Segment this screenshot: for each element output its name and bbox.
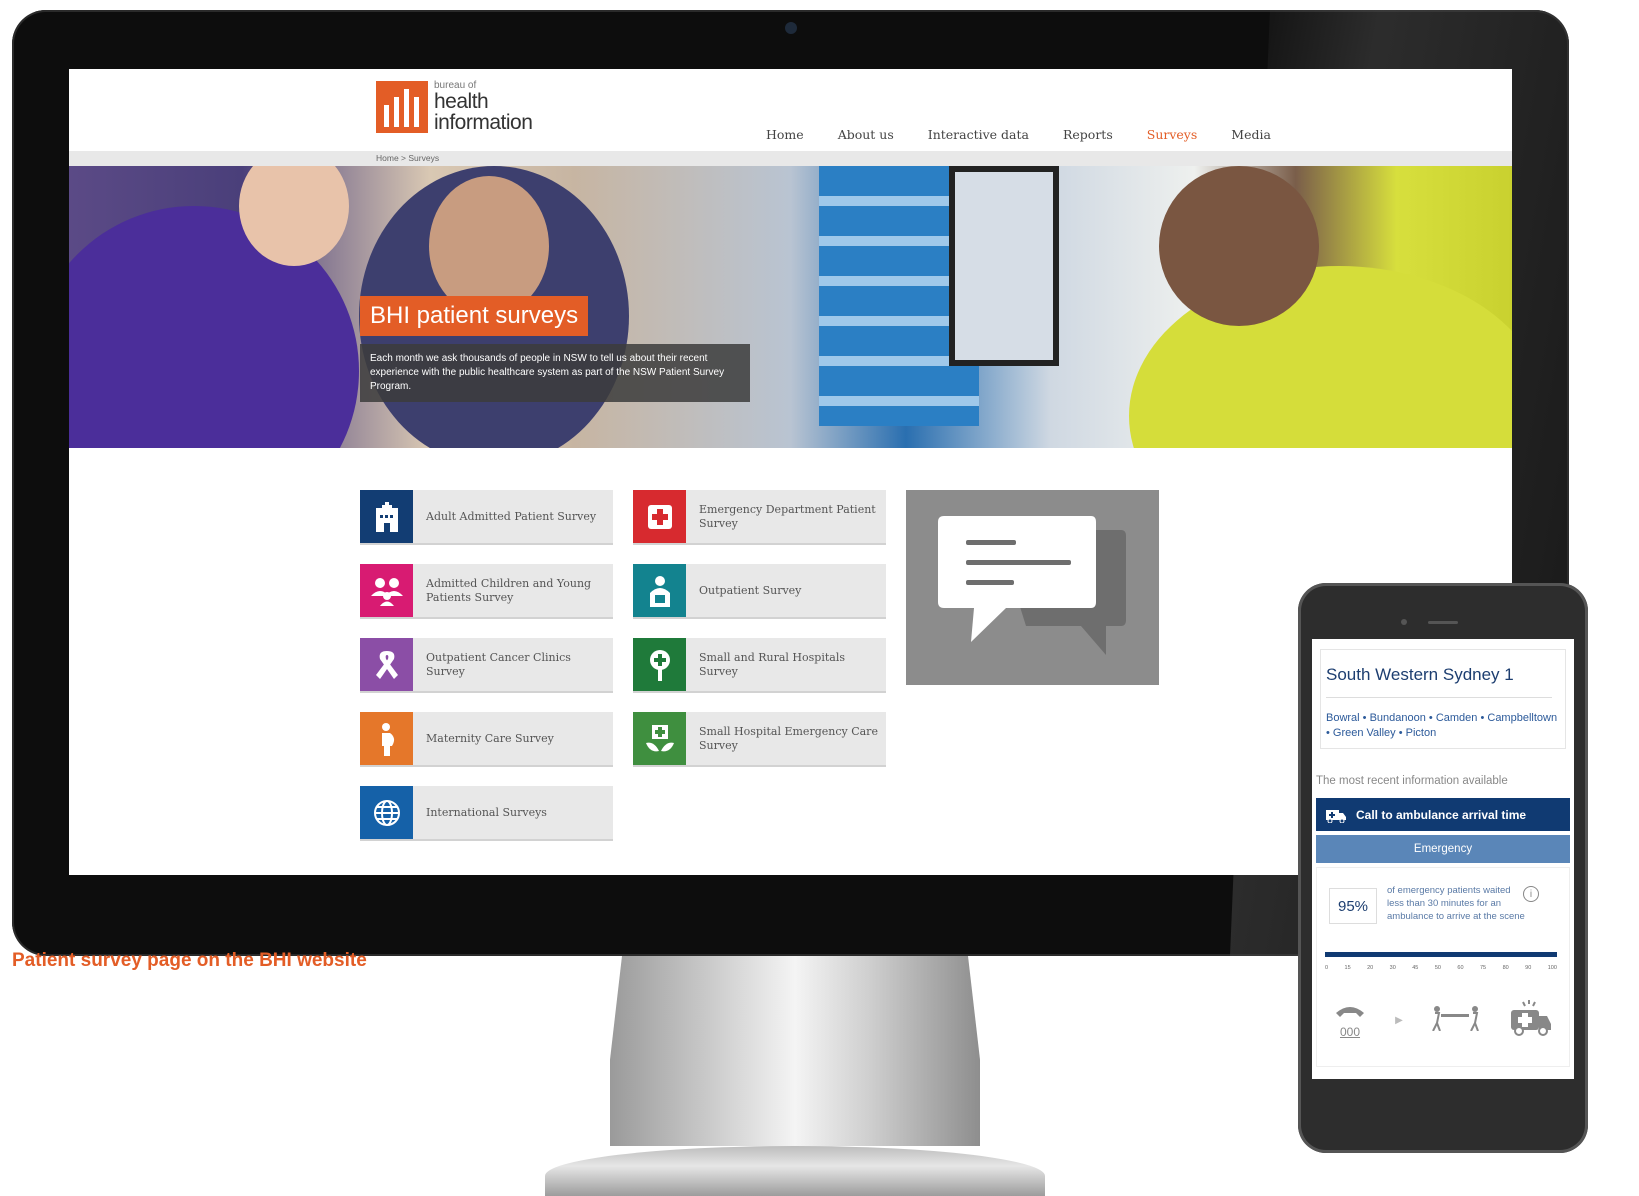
logo-line-3: information xyxy=(434,111,533,134)
phone-screen: South Western Sydney 1 Bowral • Bundanoo… xyxy=(1312,639,1574,1079)
scale-bar xyxy=(1325,952,1557,957)
nav-interactive-data[interactable]: Interactive data xyxy=(911,127,1046,148)
arrow-icon: ▶ xyxy=(1395,1015,1403,1026)
tree-icon xyxy=(633,638,686,691)
phone-camera xyxy=(1401,619,1407,625)
stat-description: of emergency patients waited less than 3… xyxy=(1387,885,1525,922)
recent-info-label: The most recent information available xyxy=(1316,775,1508,787)
nav-surveys[interactable]: Surveys xyxy=(1130,127,1215,156)
process-icons: 000 ▶ xyxy=(1333,998,1553,1043)
survey-tile-admitted-children[interactable]: Admitted Children and Young Patients Sur… xyxy=(360,564,613,617)
tick-label: 60 xyxy=(1457,965,1464,971)
phone-speaker xyxy=(1428,621,1458,624)
nav-home[interactable]: Home xyxy=(749,127,821,148)
ribbon-icon xyxy=(360,638,413,691)
tick-label: 75 xyxy=(1479,965,1487,971)
monitor-stand-base xyxy=(545,1146,1045,1196)
phone-number-label: 000 xyxy=(1339,1025,1361,1039)
feedback-panel[interactable] xyxy=(906,490,1159,685)
camera-dot xyxy=(785,22,797,34)
survey-tile-international[interactable]: International Surveys xyxy=(360,786,613,839)
survey-label: Outpatient Survey xyxy=(699,583,802,597)
survey-label: Outpatient Cancer Clinics Survey xyxy=(426,650,571,678)
tick-label: 15 xyxy=(1344,965,1351,971)
pregnant-icon xyxy=(360,712,413,765)
survey-tile-maternity[interactable]: Maternity Care Survey xyxy=(360,712,613,765)
percent-value: 95% xyxy=(1329,888,1377,924)
survey-label: Small and Rural Hospitals Survey xyxy=(699,650,845,678)
leaf-cross-icon xyxy=(633,712,686,765)
tick-label: 90 xyxy=(1525,965,1532,971)
hero-photo-face-right xyxy=(1159,166,1319,326)
ambulance-icon xyxy=(1316,798,1356,831)
survey-label: Maternity Care Survey xyxy=(426,731,554,745)
survey-tile-small-hospital-emergency[interactable]: Small Hospital Emergency Care Survey xyxy=(633,712,886,765)
survey-label: International Surveys xyxy=(426,805,547,819)
tick-label: 45 xyxy=(1412,965,1419,971)
phone-device: South Western Sydney 1 Bowral • Bundanoo… xyxy=(1298,583,1588,1153)
stretcher-icon xyxy=(1431,1005,1481,1036)
tick-label: 20 xyxy=(1367,965,1374,971)
figure-caption: Patient survey page on the BHI website xyxy=(12,950,367,971)
hero-photo-computer-screen xyxy=(949,166,1059,366)
medical-cross-icon xyxy=(633,490,686,543)
chat-bubble-icon xyxy=(938,516,1126,655)
metric-header[interactable]: Call to ambulance arrival time xyxy=(1316,798,1570,831)
hero-description: Each month we ask thousands of people in… xyxy=(360,344,750,402)
nav-reports[interactable]: Reports xyxy=(1046,127,1130,148)
survey-label: Admitted Children and Young Patients Sur… xyxy=(426,576,592,604)
category-tab[interactable]: Emergency xyxy=(1316,835,1570,863)
survey-label: Adult Admitted Patient Survey xyxy=(426,509,597,523)
hospital-icon xyxy=(360,490,413,543)
tick-label: 0 xyxy=(1325,965,1329,971)
patient-icon xyxy=(633,564,686,617)
breadcrumb-bar: Home > Surveys xyxy=(69,151,1512,166)
hero-banner: BHI patient surveys Each month we ask th… xyxy=(69,166,1512,448)
tick-label: 100 xyxy=(1547,965,1557,971)
bhi-logo[interactable]: bureau of health information xyxy=(376,81,533,134)
hero-photo-face-center xyxy=(429,176,549,316)
main-nav: Home About us Interactive data Reports S… xyxy=(749,127,1288,156)
scale-ticks: 0 15 20 30 45 50 60 75 80 90 100 xyxy=(1325,965,1557,971)
tick-label: 80 xyxy=(1502,965,1509,971)
survey-label: Emergency Department Patient Survey xyxy=(699,502,876,530)
telephone-icon: 000 xyxy=(1333,1003,1367,1038)
survey-tile-emergency-department[interactable]: Emergency Department Patient Survey xyxy=(633,490,886,543)
nav-about-us[interactable]: About us xyxy=(821,127,911,148)
hero-title: BHI patient surveys xyxy=(360,296,589,336)
breadcrumb[interactable]: Home > Surveys xyxy=(376,153,439,163)
region-places: Bowral • Bundanoon • Camden • Campbellto… xyxy=(1326,712,1558,739)
tick-label: 50 xyxy=(1434,965,1441,971)
monitor-screen: bureau of health information Home About … xyxy=(69,69,1512,875)
tick-label: 30 xyxy=(1389,965,1396,971)
survey-label: Small Hospital Emergency Care Survey xyxy=(699,724,878,752)
ambulance-vehicle-icon xyxy=(1509,998,1553,1043)
survey-tile-small-rural[interactable]: Small and Rural Hospitals Survey xyxy=(633,638,886,691)
stat-card: 95% of emergency patients waited less th… xyxy=(1316,867,1570,1067)
family-icon xyxy=(360,564,413,617)
logo-bars-icon xyxy=(376,81,428,133)
region-title: South Western Sydney 1 xyxy=(1326,665,1514,684)
nav-media[interactable]: Media xyxy=(1214,127,1288,148)
logo-line-2: health xyxy=(434,90,489,113)
info-icon[interactable]: i xyxy=(1523,886,1539,902)
site-header: bureau of health information Home About … xyxy=(69,69,1512,156)
globe-icon xyxy=(360,786,413,839)
monitor-stand xyxy=(610,956,980,1146)
metric-title: Call to ambulance arrival time xyxy=(1356,807,1527,822)
survey-tile-adult-admitted[interactable]: Adult Admitted Patient Survey xyxy=(360,490,613,543)
divider xyxy=(1326,697,1552,698)
survey-tile-outpatient-cancer[interactable]: Outpatient Cancer Clinics Survey xyxy=(360,638,613,691)
survey-tile-outpatient[interactable]: Outpatient Survey xyxy=(633,564,886,617)
